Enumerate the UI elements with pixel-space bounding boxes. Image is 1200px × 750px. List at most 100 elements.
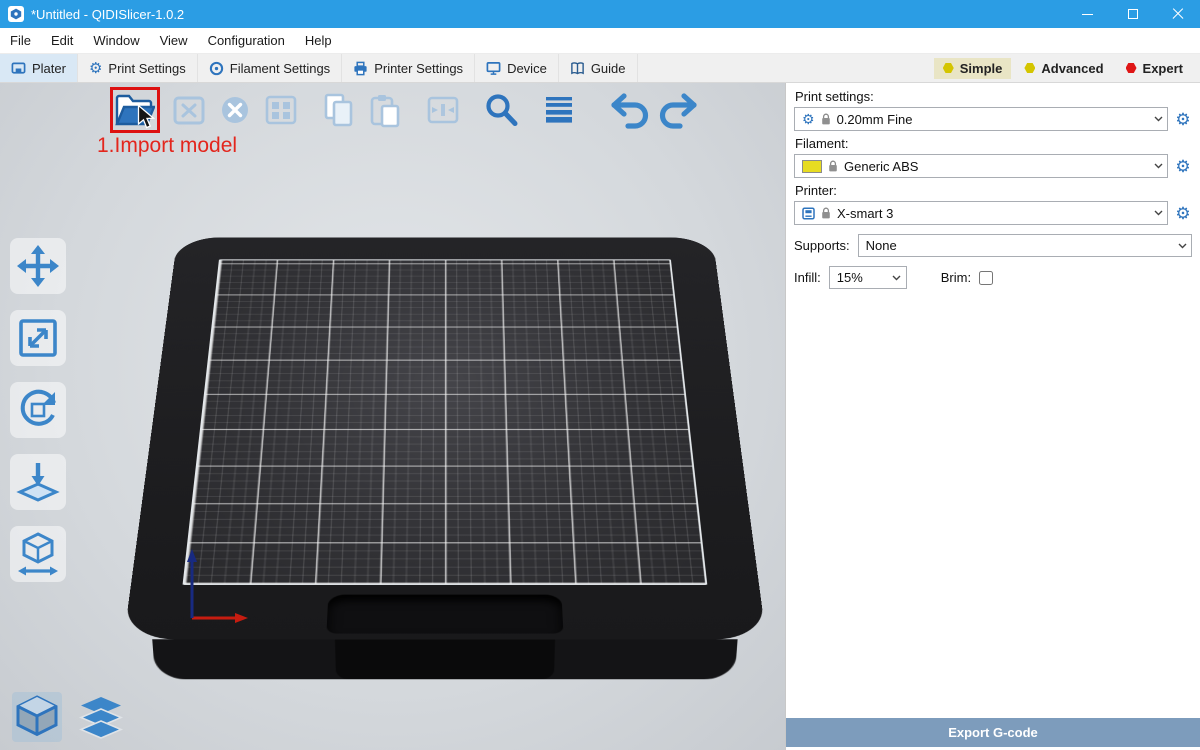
- close-icon: [1172, 8, 1184, 20]
- delete-all-button[interactable]: [212, 88, 258, 132]
- layers-preview-button[interactable]: [76, 694, 126, 742]
- copy-button[interactable]: [316, 88, 362, 132]
- chevron-down-icon: [1173, 235, 1191, 256]
- printer-gear-button[interactable]: ⚙: [1174, 205, 1192, 222]
- guide-book-icon: [570, 61, 585, 76]
- maximize-button[interactable]: [1110, 0, 1155, 28]
- gear-icon: ⚙: [89, 61, 102, 76]
- printer-icon: [802, 207, 815, 220]
- simple-mode-dot-icon: [943, 63, 954, 74]
- scale-tool-button[interactable]: [10, 310, 66, 366]
- close-button[interactable]: [1155, 0, 1200, 28]
- move-tool-button[interactable]: [10, 238, 66, 294]
- search-button[interactable]: [478, 88, 524, 132]
- mode-simple[interactable]: Simple: [934, 58, 1012, 79]
- filament-gear-button[interactable]: ⚙: [1174, 158, 1192, 175]
- print-settings-combo[interactable]: ⚙ 0.20mm Fine: [794, 107, 1168, 131]
- iso-cube-icon: [14, 694, 60, 740]
- tab-device[interactable]: Device: [475, 54, 559, 82]
- mode-expert[interactable]: Expert: [1117, 58, 1192, 79]
- gizmo-toolbar: [10, 238, 66, 582]
- minimize-icon: [1082, 14, 1093, 15]
- top-toolbar: [110, 87, 700, 133]
- arrange-icon: [263, 92, 299, 128]
- rotate-tool-button[interactable]: [10, 382, 66, 438]
- delete-button[interactable]: [166, 88, 212, 132]
- menu-file[interactable]: File: [0, 28, 41, 53]
- rotate-icon: [15, 387, 61, 433]
- printer-combo[interactable]: X-smart 3: [794, 201, 1168, 225]
- split-icon: [425, 92, 461, 128]
- mode-advanced[interactable]: Advanced: [1015, 58, 1112, 79]
- bed-front-face: [152, 639, 738, 679]
- maximize-icon: [1128, 9, 1138, 19]
- filament-color-swatch: [802, 160, 822, 173]
- undo-icon: [609, 91, 653, 129]
- menu-edit[interactable]: Edit: [41, 28, 83, 53]
- settings-sidebar: Print settings: ⚙ 0.20mm Fine ⚙ Filament…: [785, 83, 1200, 750]
- measure-tool-button[interactable]: [10, 526, 66, 582]
- tab-plater[interactable]: Plater: [0, 54, 78, 82]
- filament-spool-icon: [209, 61, 224, 76]
- bed-grid: [183, 259, 708, 585]
- chevron-down-icon: [1149, 108, 1167, 130]
- 3d-view-button[interactable]: [12, 692, 62, 742]
- redo-icon: [655, 91, 699, 129]
- export-gcode-button[interactable]: Export G-code: [786, 718, 1200, 747]
- tab-guide[interactable]: Guide: [559, 54, 638, 82]
- tab-print-settings[interactable]: ⚙ Print Settings: [78, 54, 198, 82]
- redo-button[interactable]: [654, 88, 700, 132]
- filament-combo[interactable]: Generic ABS: [794, 154, 1168, 178]
- menu-window[interactable]: Window: [83, 28, 149, 53]
- tab-printer-settings[interactable]: Printer Settings: [342, 54, 475, 82]
- delete-all-icon: [217, 92, 253, 128]
- menu-configuration[interactable]: Configuration: [198, 28, 295, 53]
- lock-icon: [828, 160, 838, 173]
- brim-checkbox[interactable]: [979, 271, 993, 285]
- arrange-button[interactable]: [258, 88, 304, 132]
- paste-icon: [367, 92, 403, 128]
- plater-icon: [11, 61, 26, 76]
- tab-bar: Plater ⚙ Print Settings Filament Setting…: [0, 54, 1200, 83]
- delete-icon: [171, 92, 207, 128]
- 3d-viewport[interactable]: 1.Import model: [0, 83, 785, 750]
- scale-icon: [15, 315, 61, 361]
- place-on-face-tool-button[interactable]: [10, 454, 66, 510]
- layers-lines-icon: [541, 92, 577, 128]
- chevron-down-icon: [1149, 155, 1167, 177]
- chevron-down-icon: [1149, 202, 1167, 224]
- gear-icon: ⚙: [802, 112, 815, 126]
- menu-help[interactable]: Help: [295, 28, 342, 53]
- move-icon: [15, 243, 61, 289]
- supports-combo[interactable]: None: [858, 234, 1192, 257]
- printer-label: Printer:: [795, 183, 1192, 198]
- lock-icon: [821, 113, 831, 126]
- copy-icon: [321, 92, 357, 128]
- app-logo-icon: [8, 6, 24, 22]
- expert-mode-dot-icon: [1126, 63, 1137, 74]
- layers-stack-icon: [78, 696, 124, 740]
- mode-switcher: Simple Advanced Expert: [934, 58, 1192, 79]
- print-settings-label: Print settings:: [795, 89, 1192, 104]
- minimize-button[interactable]: [1065, 0, 1110, 28]
- menu-view[interactable]: View: [150, 28, 198, 53]
- origin-axes: [178, 538, 278, 635]
- filament-label: Filament:: [795, 136, 1192, 151]
- device-monitor-icon: [486, 61, 501, 76]
- undo-button[interactable]: [608, 88, 654, 132]
- bed-handle-notch: [326, 595, 563, 634]
- tab-filament-settings[interactable]: Filament Settings: [198, 54, 342, 82]
- paste-button[interactable]: [362, 88, 408, 132]
- split-button[interactable]: [420, 88, 466, 132]
- print-bed: [153, 83, 737, 750]
- chevron-down-icon: [888, 267, 906, 288]
- infill-combo[interactable]: 15%: [829, 266, 907, 289]
- print-settings-gear-button[interactable]: ⚙: [1174, 111, 1192, 128]
- variable-layer-height-button[interactable]: [536, 88, 582, 132]
- printer-icon: [353, 61, 368, 76]
- menu-bar: File Edit Window View Configuration Help: [0, 28, 1200, 54]
- mouse-cursor-icon: [137, 104, 156, 136]
- measure-icon: [15, 531, 61, 577]
- lock-icon: [821, 207, 831, 220]
- search-icon: [481, 90, 521, 130]
